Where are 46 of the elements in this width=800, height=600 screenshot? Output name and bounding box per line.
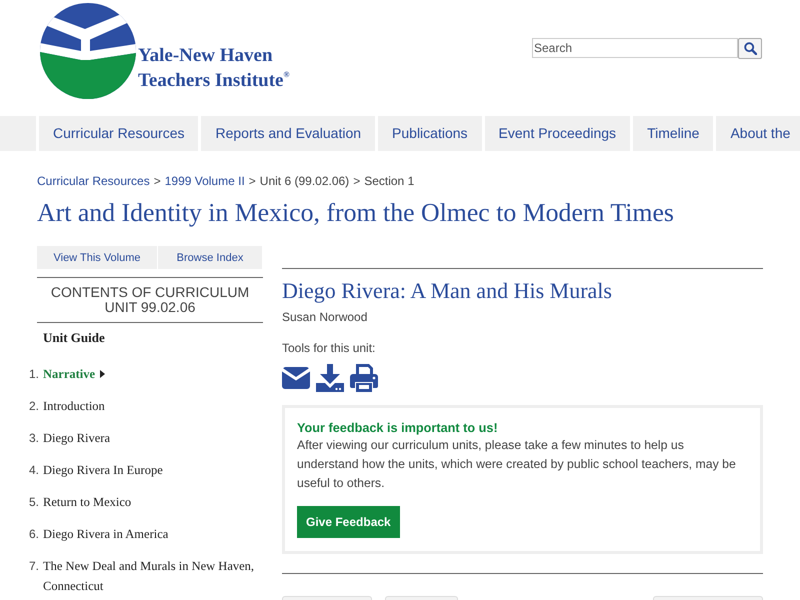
contents-link[interactable]: Diego Rivera: [43, 428, 110, 448]
list-number: 4.: [28, 462, 40, 479]
unit-guide-link[interactable]: Unit Guide: [37, 330, 263, 346]
contents-link[interactable]: The New Deal and Murals in New Haven, Connecticut: [43, 556, 271, 596]
list-number: 3.: [28, 430, 40, 447]
download-icon[interactable]: [316, 364, 344, 392]
caret-icon: [100, 370, 106, 378]
sidebar-button[interactable]: Browse Index: [158, 246, 262, 269]
search-button[interactable]: [738, 38, 762, 59]
contents-link[interactable]: Introduction: [43, 396, 105, 416]
unit-title: Diego Rivera: A Man and His Murals: [282, 278, 613, 304]
breadcrumb-link[interactable]: Curricular Resources: [37, 174, 150, 188]
list-number: 2.: [28, 398, 40, 415]
site-name[interactable]: Yale-New Haven Teachers Institute$^{®}$: [138, 43, 290, 93]
list-number: 5.: [28, 494, 40, 511]
feedback-text: After viewing our curriculum units, please take a few minutes to help us understand how the units, which were created by public school teachers, may be useful to others.: [297, 437, 737, 492]
nav-link[interactable]: Event Proceedings: [482, 116, 630, 151]
nav-link[interactable]: Reports and Evaluation: [198, 116, 376, 151]
search-icon: [744, 42, 756, 55]
contents-link[interactable]: Return to Mexico: [43, 492, 132, 512]
list-number: 7.: [28, 558, 40, 575]
breadcrumb-separator: >: [248, 174, 256, 188]
contents-link[interactable]: Narrative: [43, 364, 106, 384]
sidebar-button[interactable]: View This Volume: [37, 246, 157, 269]
print-icon[interactable]: [350, 364, 378, 392]
contents-link[interactable]: Diego Rivera In Europe: [43, 460, 163, 480]
tools-label: Tools for this unit:: [282, 340, 376, 356]
contents-link[interactable]: Diego Rivera in America: [43, 524, 168, 544]
email-icon[interactable]: [282, 367, 310, 389]
list-number: 1.: [28, 366, 40, 383]
give-feedback-button[interactable]: Give Feedback: [297, 506, 400, 538]
nav-link[interactable]: About the: [713, 116, 800, 151]
contents-heading: CONTENTS OF CURRICULUM UNIT 99.02.06: [37, 277, 263, 323]
nav-link[interactable]: Timeline: [630, 116, 714, 151]
breadcrumb-text: Unit 6 (99.02.06): [260, 174, 350, 188]
nav-link[interactable]: Curricular Resources: [36, 116, 198, 151]
breadcrumb-separator: >: [353, 174, 360, 188]
page-title: Art and Identity in Mexico, from the Olmec to Modern Times: [37, 198, 675, 228]
breadcrumb-text: Section 1: [364, 174, 414, 188]
nav-link[interactable]: Publications: [375, 116, 482, 151]
breadcrumb-link[interactable]: 1999 Volume II: [164, 174, 245, 188]
feedback-heading: Your feedback is important to us!: [297, 420, 499, 436]
search-field[interactable]: Search: [532, 38, 738, 58]
breadcrumb-separator: >: [154, 174, 161, 188]
author-name: Susan Norwood: [282, 309, 368, 325]
list-number: 6.: [28, 526, 40, 543]
